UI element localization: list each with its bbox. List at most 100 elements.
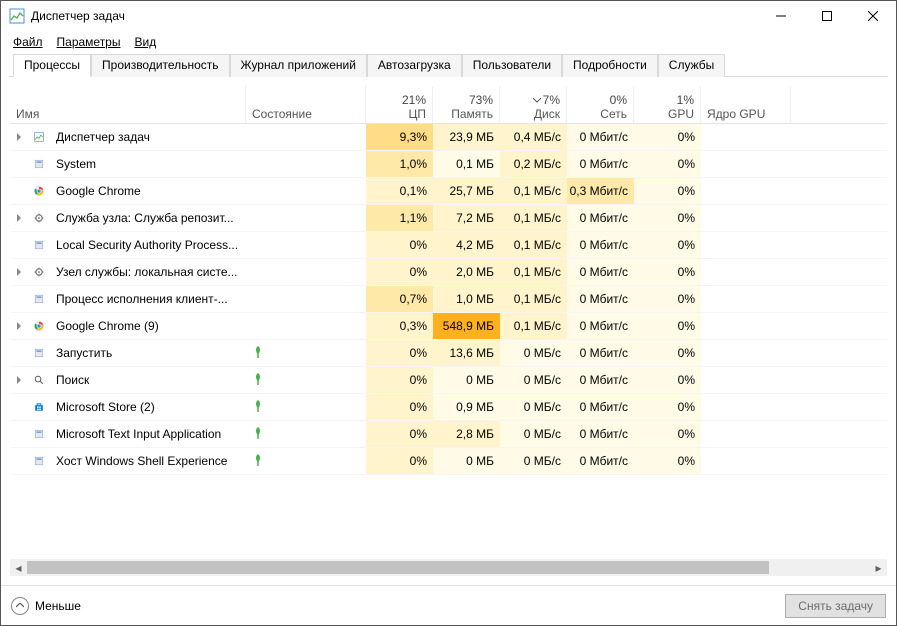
expand-toggle[interactable] — [10, 259, 28, 285]
process-row[interactable]: Local Security Authority Process... 0%4,2… — [10, 232, 887, 259]
process-row[interactable]: Google Chrome (9)0,3%548,9 МБ0,1 МБ/с0 М… — [10, 313, 887, 340]
disk-value: 0,4 МБ/с — [500, 124, 567, 150]
process-row[interactable]: Запустить0%13,6 МБ0 МБ/с0 Мбит/с0% — [10, 340, 887, 367]
process-row[interactable]: Microsoft Store (2)0%0,9 МБ0 МБ/с0 Мбит/… — [10, 394, 887, 421]
leaf-icon — [252, 345, 264, 362]
col-network[interactable]: 0%Сеть — [567, 86, 634, 123]
tab-5[interactable]: Подробности — [562, 54, 658, 77]
process-rows[interactable]: Диспетчер задач9,3%23,9 МБ0,4 МБ/с0 Мбит… — [10, 124, 887, 559]
expand-toggle — [10, 178, 28, 204]
process-icon — [28, 178, 50, 204]
col-memory[interactable]: 73%Память — [433, 86, 500, 123]
menu-options[interactable]: Параметры — [51, 33, 127, 51]
chevron-up-icon — [11, 597, 29, 615]
titlebar: Диспетчер задач — [1, 1, 896, 31]
expand-toggle — [10, 151, 28, 177]
cpu-value: 0% — [366, 421, 433, 447]
gpu-value: 0% — [634, 124, 701, 150]
process-name: Microsoft Text Input Application — [50, 421, 246, 447]
col-state[interactable]: Состояние — [246, 86, 366, 123]
taskmgr-icon — [9, 8, 25, 24]
scroll-thumb[interactable] — [27, 561, 769, 574]
process-state — [246, 340, 366, 366]
memory-value: 0 МБ — [433, 448, 500, 474]
memory-value: 4,2 МБ — [433, 232, 500, 258]
process-icon — [28, 313, 50, 339]
tab-3[interactable]: Автозагрузка — [367, 54, 462, 77]
expand-toggle — [10, 448, 28, 474]
process-state — [246, 151, 366, 177]
col-gpu[interactable]: 1%GPU — [634, 86, 701, 123]
tab-0[interactable]: Процессы — [13, 54, 91, 77]
col-name[interactable]: Имя — [10, 86, 246, 123]
process-row[interactable]: Google Chrome0,1%25,7 МБ0,1 МБ/с0,3 Мбит… — [10, 178, 887, 205]
process-icon — [28, 232, 50, 258]
memory-value: 0 МБ — [433, 367, 500, 393]
scroll-left-arrow[interactable]: ◂ — [10, 559, 27, 576]
process-row[interactable]: Хост Windows Shell Experience0%0 МБ0 МБ/… — [10, 448, 887, 475]
close-button[interactable] — [850, 1, 896, 31]
expand-toggle[interactable] — [10, 124, 28, 150]
disk-value: 0,1 МБ/с — [500, 178, 567, 204]
process-icon — [28, 151, 50, 177]
fewer-details-button[interactable]: Меньше — [11, 597, 81, 615]
process-row[interactable]: Microsoft Text Input Application0%2,8 МБ… — [10, 421, 887, 448]
process-icon — [28, 286, 50, 312]
disk-value: 0 МБ/с — [500, 367, 567, 393]
expand-toggle[interactable] — [10, 313, 28, 339]
network-value: 0 Мбит/с — [567, 286, 634, 312]
menu-view[interactable]: Вид — [128, 33, 162, 51]
disk-value: 0 МБ/с — [500, 421, 567, 447]
process-row[interactable]: Узел службы: локальная систе...0%2,0 МБ0… — [10, 259, 887, 286]
end-task-button[interactable]: Снять задачу — [785, 594, 886, 618]
process-state — [246, 205, 366, 231]
horizontal-scrollbar[interactable]: ◂ ▸ — [10, 559, 887, 576]
cpu-value: 9,3% — [366, 124, 433, 150]
col-disk[interactable]: 7%Диск — [500, 86, 567, 123]
gpu-value: 0% — [634, 313, 701, 339]
memory-value: 23,9 МБ — [433, 124, 500, 150]
expand-toggle — [10, 286, 28, 312]
scroll-right-arrow[interactable]: ▸ — [870, 559, 887, 576]
disk-value: 0 МБ/с — [500, 340, 567, 366]
gpu-value: 0% — [634, 421, 701, 447]
cpu-value: 0% — [366, 448, 433, 474]
gpu-value: 0% — [634, 340, 701, 366]
process-name: Local Security Authority Process... — [50, 232, 246, 258]
fewer-label: Меньше — [35, 599, 81, 613]
expand-toggle[interactable] — [10, 367, 28, 393]
maximize-button[interactable] — [804, 1, 850, 31]
process-name: Служба узла: Служба репозит... — [50, 205, 246, 231]
disk-value: 0 МБ/с — [500, 448, 567, 474]
memory-value: 548,9 МБ — [433, 313, 500, 339]
menu-file[interactable]: Файл — [7, 33, 49, 51]
process-icon — [28, 340, 50, 366]
process-name: Поиск — [50, 367, 246, 393]
cpu-value: 0% — [366, 394, 433, 420]
col-gpu-core[interactable]: Ядро GPU — [701, 86, 791, 123]
tab-6[interactable]: Службы — [658, 54, 725, 77]
tab-4[interactable]: Пользователи — [462, 54, 562, 77]
process-row[interactable]: Служба узла: Служба репозит...1,1%7,2 МБ… — [10, 205, 887, 232]
expand-toggle — [10, 421, 28, 447]
process-row[interactable]: System1,0%0,1 МБ0,2 МБ/с0 Мбит/с0% — [10, 151, 887, 178]
process-name: Запустить — [50, 340, 246, 366]
process-row[interactable]: Диспетчер задач9,3%23,9 МБ0,4 МБ/с0 Мбит… — [10, 124, 887, 151]
cpu-value: 0% — [366, 232, 433, 258]
process-icon — [28, 205, 50, 231]
process-row[interactable]: Поиск0%0 МБ0 МБ/с0 Мбит/с0% — [10, 367, 887, 394]
process-state — [246, 232, 366, 258]
minimize-button[interactable] — [758, 1, 804, 31]
tab-2[interactable]: Журнал приложений — [230, 54, 367, 77]
disk-value: 0 МБ/с — [500, 394, 567, 420]
expand-toggle[interactable] — [10, 205, 28, 231]
window-title: Диспетчер задач — [31, 9, 758, 23]
leaf-icon — [252, 453, 264, 470]
col-cpu[interactable]: 21%ЦП — [366, 86, 433, 123]
gpu-value: 0% — [634, 259, 701, 285]
gpu-value: 0% — [634, 178, 701, 204]
process-row[interactable]: Процесс исполнения клиент-...0,7%1,0 МБ0… — [10, 286, 887, 313]
tab-1[interactable]: Производительность — [91, 54, 229, 77]
gpu-value: 0% — [634, 394, 701, 420]
memory-value: 2,0 МБ — [433, 259, 500, 285]
